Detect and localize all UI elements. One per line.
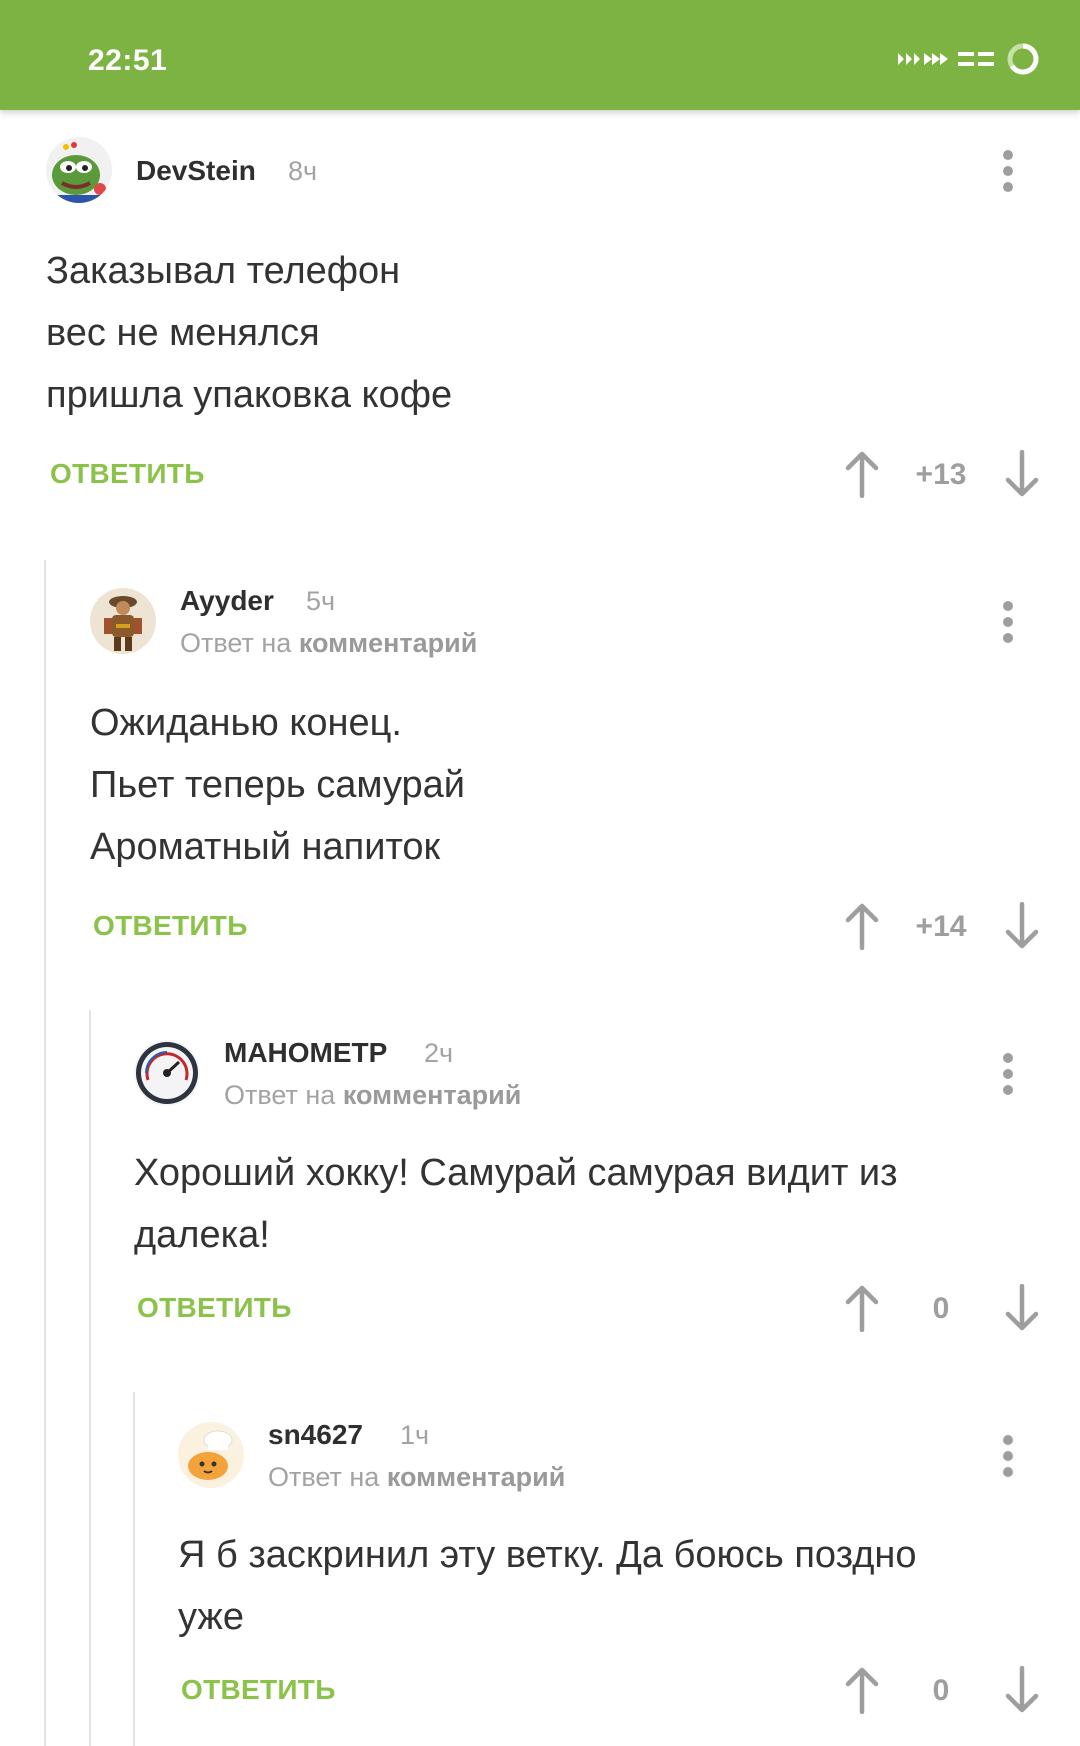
upvote-arrow-icon[interactable] bbox=[844, 902, 880, 950]
reply-to-link[interactable]: комментарий bbox=[299, 628, 478, 658]
comment-text-line: уже bbox=[178, 1596, 244, 1638]
reply-to-prefix: Ответ на bbox=[224, 1080, 336, 1110]
comment-time: 5ч bbox=[306, 586, 336, 616]
comment-rating: +14 bbox=[915, 910, 967, 943]
comment-text-line: Ожиданью конец. bbox=[90, 702, 402, 744]
upvote-arrow-icon[interactable] bbox=[844, 1284, 880, 1332]
data-transfer-icon bbox=[898, 53, 948, 65]
reply-to-prefix: Ответ на bbox=[268, 1462, 380, 1492]
status-bar: 22:51 bbox=[0, 0, 1080, 110]
comment-text-line: Я б заскринил эту ветку. Да боюсь поздно bbox=[178, 1534, 917, 1576]
comment-author[interactable]: DevStein bbox=[136, 155, 256, 187]
reply-to-label: Ответ на комментарий bbox=[268, 1462, 565, 1493]
upvote-arrow-icon[interactable] bbox=[844, 1666, 880, 1714]
battery-ring-icon bbox=[1007, 43, 1039, 75]
comment-text-line: Пьет теперь самурай bbox=[90, 764, 466, 806]
more-options-icon[interactable] bbox=[988, 1049, 1028, 1099]
more-options-icon[interactable] bbox=[988, 597, 1028, 647]
downvote-arrow-icon[interactable] bbox=[1004, 1284, 1040, 1332]
reply-to-link[interactable]: комментарий bbox=[343, 1080, 522, 1110]
reply-button[interactable]: ОТВЕТИТЬ bbox=[50, 458, 205, 490]
pepe-frog-avatar[interactable] bbox=[46, 137, 112, 203]
more-options-icon[interactable] bbox=[988, 1431, 1028, 1481]
thread-line-level-2 bbox=[89, 1010, 91, 1746]
comment-text: Заказывал телефон вес не менялся пришла … bbox=[46, 240, 452, 426]
comment-rating: +13 bbox=[915, 458, 967, 491]
reply-to-link[interactable]: комментарий bbox=[387, 1462, 566, 1492]
chef-cat-avatar[interactable] bbox=[178, 1422, 244, 1488]
comment-text-line: далека! bbox=[134, 1214, 270, 1256]
thread-line-level-1 bbox=[44, 560, 46, 1746]
comment-author[interactable]: МАНОМЕТР bbox=[224, 1037, 387, 1069]
comment-time: 8ч bbox=[288, 156, 318, 186]
pressure-gauge-avatar[interactable] bbox=[134, 1040, 200, 1106]
downvote-arrow-icon[interactable] bbox=[1004, 902, 1040, 950]
thread-line-level-3 bbox=[133, 1392, 135, 1746]
reply-button[interactable]: ОТВЕТИТЬ bbox=[181, 1674, 336, 1706]
comment-time: 1ч bbox=[400, 1420, 430, 1450]
comment-author[interactable]: Ayyder bbox=[180, 585, 274, 617]
reply-button[interactable]: ОТВЕТИТЬ bbox=[137, 1292, 292, 1324]
upvote-arrow-icon[interactable] bbox=[844, 450, 880, 498]
reply-to-prefix: Ответ на bbox=[180, 628, 292, 658]
status-icons bbox=[896, 42, 1040, 76]
reply-to-label: Ответ на комментарий bbox=[224, 1080, 521, 1111]
samurai-figure-avatar[interactable] bbox=[90, 588, 156, 654]
comment-author[interactable]: sn4627 bbox=[268, 1419, 363, 1451]
downvote-arrow-icon[interactable] bbox=[1004, 450, 1040, 498]
comment-text-line: Хороший хокку! Самурай самурая видит из bbox=[134, 1152, 898, 1194]
comment-text-line: пришла упаковка кофе bbox=[46, 374, 453, 416]
more-options-icon[interactable] bbox=[988, 146, 1028, 196]
status-time: 22:51 bbox=[88, 44, 168, 77]
comment-rating: 0 bbox=[932, 1674, 950, 1707]
comment-text-line: Заказывал телефон bbox=[46, 250, 401, 292]
comment-rating: 0 bbox=[932, 1292, 950, 1325]
reply-button[interactable]: ОТВЕТИТЬ bbox=[93, 910, 248, 942]
signal-bars-icon bbox=[958, 52, 994, 66]
comment-text: Ожиданью конец. Пьет теперь самурай Аром… bbox=[90, 692, 465, 878]
reply-to-label: Ответ на комментарий bbox=[180, 628, 477, 659]
comment-time: 2ч bbox=[424, 1038, 454, 1068]
downvote-arrow-icon[interactable] bbox=[1004, 1666, 1040, 1714]
comment-text-line: Ароматный напиток bbox=[90, 826, 441, 868]
comment-text: Я б заскринил эту ветку. Да боюсь поздно… bbox=[178, 1524, 917, 1648]
comment-text: Хороший хокку! Самурай самурая видит из … bbox=[134, 1142, 898, 1266]
comment-text-line: вес не менялся bbox=[46, 312, 320, 354]
